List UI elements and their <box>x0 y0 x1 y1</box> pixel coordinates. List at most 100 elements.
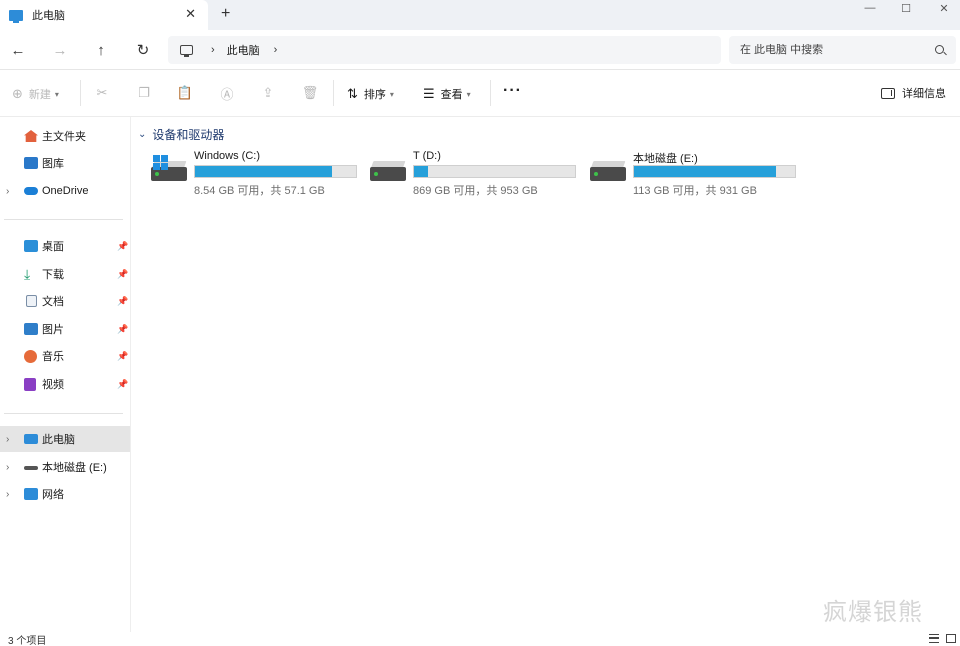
sidebar-item-network[interactable]: › 网络 <box>0 481 130 507</box>
sidebar-item-downloads[interactable]: ⤓ 下载 📌 <box>0 261 130 287</box>
details-pane-button[interactable]: 详细信息 <box>881 85 946 101</box>
sidebar-item-label: 下载 <box>42 269 64 281</box>
breadcrumb-chevron-icon[interactable]: › <box>211 44 215 56</box>
new-tab-button[interactable]: + <box>221 5 230 23</box>
minimize-button[interactable]: — <box>850 0 890 16</box>
divider <box>333 80 334 106</box>
drive-name: Windows (C:) <box>194 150 261 162</box>
breadcrumb-chevron-icon[interactable]: › <box>274 44 278 56</box>
content-area: ⌄ 设备和驱动器 Windows (C:) 8.54 GB 可用，共 57.1 … <box>132 117 960 632</box>
drive-usage-fill <box>195 166 332 177</box>
sidebar-item-label: 视频 <box>42 379 64 391</box>
address-bar[interactable]: › 此电脑 › <box>168 36 721 64</box>
pictures-icon <box>24 323 38 335</box>
chevron-right-icon[interactable]: › <box>6 489 9 500</box>
pin-icon[interactable]: 📌 <box>117 241 128 252</box>
chevron-down-icon: ▾ <box>389 89 394 99</box>
tab-this-pc[interactable]: 此电脑 ✕ <box>0 0 208 30</box>
pin-icon[interactable]: 📌 <box>117 324 128 335</box>
divider <box>4 219 123 220</box>
pin-icon[interactable]: 📌 <box>117 379 128 390</box>
sidebar-item-music[interactable]: 音乐 📌 <box>0 343 130 369</box>
details-view-icon[interactable] <box>929 634 939 643</box>
back-button[interactable]: ← <box>8 40 28 60</box>
sidebar-item-home[interactable]: 主文件夹 <box>0 123 130 149</box>
pin-icon[interactable]: 📌 <box>117 296 128 307</box>
drive-name: 本地磁盘 (E:) <box>633 153 698 165</box>
drive-usage-bar <box>194 165 357 178</box>
share-icon[interactable]: ⇪ <box>259 84 277 102</box>
sidebar-item-pictures[interactable]: 图片 📌 <box>0 316 130 342</box>
refresh-button[interactable]: ↻ <box>133 40 153 60</box>
chevron-right-icon[interactable]: › <box>6 434 9 445</box>
search-box[interactable] <box>729 36 956 64</box>
group-header-devices[interactable]: ⌄ 设备和驱动器 <box>138 126 224 143</box>
drive-icon <box>370 159 406 181</box>
pin-icon[interactable]: 📌 <box>117 351 128 362</box>
details-label: 详细信息 <box>902 88 946 100</box>
copy-icon[interactable]: ❐ <box>135 84 153 102</box>
sidebar-item-local-disk-e[interactable]: › 本地磁盘 (E:) <box>0 454 130 480</box>
chevron-right-icon[interactable]: › <box>6 186 9 197</box>
drive-e[interactable]: 本地磁盘 (E:) 113 GB 可用，共 931 GB <box>585 149 796 197</box>
divider <box>490 80 491 106</box>
sidebar-item-label: 此电脑 <box>42 434 75 446</box>
search-icon[interactable] <box>935 45 944 54</box>
up-button[interactable]: ↑ <box>91 40 111 60</box>
sidebar-item-label: 主文件夹 <box>42 131 86 143</box>
desktop-folder-icon <box>24 240 38 252</box>
tiles-view-icon[interactable] <box>946 634 956 643</box>
divider <box>80 80 81 106</box>
tab-bar: 此电脑 ✕ + — ☐ ✕ <box>0 0 960 30</box>
video-icon <box>24 377 36 391</box>
close-window-button[interactable]: ✕ <box>924 0 960 16</box>
view-label: 查看 <box>440 89 463 101</box>
new-label: 新建 <box>28 89 51 101</box>
sidebar-item-label: 图库 <box>42 158 64 170</box>
sidebar-item-documents[interactable]: 文档 📌 <box>0 288 130 314</box>
drive-usage-bar <box>633 165 796 178</box>
group-title: 设备和驱动器 <box>152 128 225 142</box>
paste-icon[interactable]: 📋 <box>176 84 194 102</box>
address-toolbar: ← → ↑ ↻ › 此电脑 › <box>0 30 960 70</box>
drive-d[interactable]: T (D:) 869 GB 可用，共 953 GB <box>365 149 576 197</box>
drive-space-info: 869 GB 可用，共 953 GB <box>413 185 538 197</box>
view-button[interactable]: ☰ 查看 ▾ <box>423 85 471 103</box>
sidebar-item-desktop[interactable]: 桌面 📌 <box>0 233 130 259</box>
sidebar-item-label: 本地磁盘 (E:) <box>42 462 107 474</box>
sort-button[interactable]: ⇅ 排序 ▾ <box>347 85 394 103</box>
cut-icon[interactable]: ✂ <box>93 84 111 102</box>
sidebar-item-gallery[interactable]: 图库 <box>0 150 130 176</box>
close-tab-icon[interactable]: ✕ <box>185 6 196 22</box>
sidebar-item-label: 图片 <box>42 324 64 336</box>
drive-space-info: 113 GB 可用，共 931 GB <box>633 185 757 197</box>
search-input[interactable] <box>740 44 920 56</box>
watermark: 疯爆银熊 <box>823 598 923 626</box>
drive-name: T (D:) <box>413 150 441 162</box>
maximize-button[interactable]: ☐ <box>886 0 926 16</box>
chevron-right-icon[interactable]: › <box>6 462 9 473</box>
sort-label: 排序 <box>363 89 386 101</box>
view-layout-icon: ☰ <box>423 86 435 101</box>
rename-icon[interactable]: Ⓐ <box>218 84 236 102</box>
breadcrumb-this-pc[interactable]: 此电脑 <box>227 42 260 58</box>
sidebar-item-videos[interactable]: 视频 📌 <box>0 371 130 397</box>
drive-usage-fill <box>634 166 776 177</box>
chevron-down-icon: ⌄ <box>138 129 147 140</box>
new-button[interactable]: ⊕ 新建 ▾ <box>12 85 59 103</box>
details-pane-icon <box>881 87 895 99</box>
plus-circle-icon: ⊕ <box>12 86 23 101</box>
drive-c[interactable]: Windows (C:) 8.54 GB 可用，共 57.1 GB <box>146 149 357 197</box>
drive-icon <box>24 466 38 470</box>
drive-usage-fill <box>414 166 429 177</box>
sort-icon: ⇅ <box>347 86 358 101</box>
sidebar-item-onedrive[interactable]: › OneDrive <box>0 178 130 204</box>
forward-button[interactable]: → <box>50 40 70 60</box>
more-options-button[interactable]: ··· <box>503 82 522 100</box>
item-count: 3 个项目 <box>8 635 47 646</box>
delete-icon[interactable]: 🗑 <box>301 84 319 102</box>
sidebar-item-this-pc[interactable]: › 此电脑 <box>0 426 130 452</box>
gallery-icon <box>24 157 38 169</box>
sidebar-item-label: 网络 <box>42 489 64 501</box>
pin-icon[interactable]: 📌 <box>117 269 128 280</box>
